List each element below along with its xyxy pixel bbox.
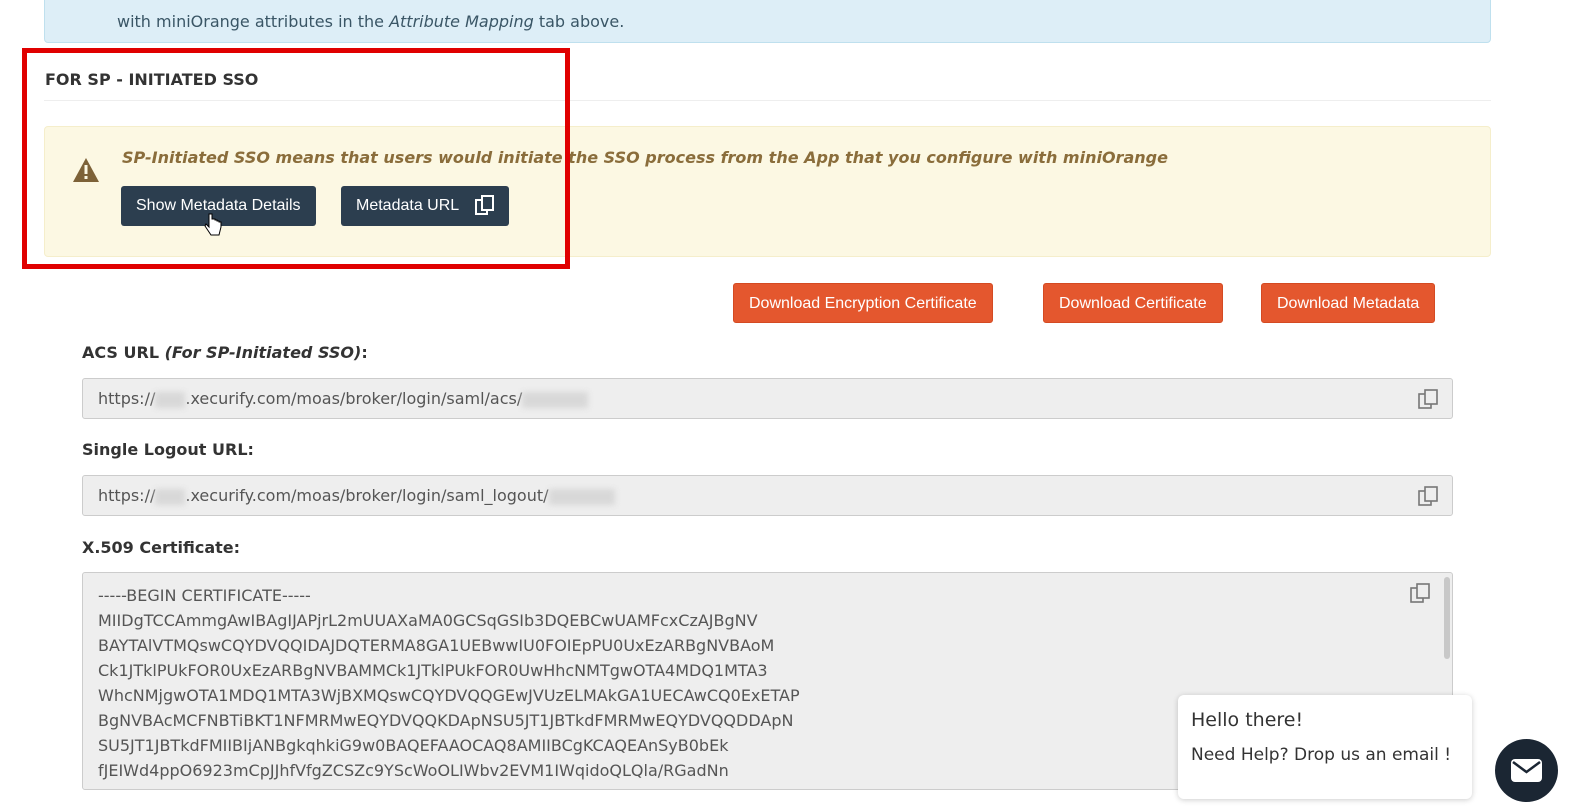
- acs-label-text: ACS URL: [82, 343, 165, 362]
- certificate-label: X.509 Certificate:: [82, 538, 241, 557]
- slo-prefix: https://: [98, 486, 156, 505]
- chat-popup[interactable]: Hello there! Need Help? Drop us an email…: [1178, 695, 1472, 799]
- acs-prefix: https://: [98, 389, 156, 408]
- download-metadata-button[interactable]: Download Metadata: [1261, 283, 1436, 323]
- cert-line: -----BEGIN CERTIFICATE-----: [98, 586, 311, 605]
- info-text: with miniOrange attributes in the: [117, 12, 390, 31]
- highlight-box: [22, 48, 570, 269]
- acs-label-italic: (For SP-Initiated SSO): [164, 343, 362, 362]
- redacted: [522, 391, 589, 408]
- copy-icon[interactable]: [1416, 484, 1440, 508]
- acs-value: .xecurify.com/moas/broker/login/saml/acs…: [185, 389, 523, 408]
- cert-line: BAYTAlVTMQswCQYDVQQIDAJDQTERMA8GA1UEBwwI…: [98, 636, 775, 655]
- redacted: [548, 488, 615, 505]
- acs-url-field[interactable]: https:// .xecurify.com/moas/broker/login/…: [82, 378, 1453, 419]
- copy-icon[interactable]: [1408, 581, 1432, 605]
- slo-url-label: Single Logout URL:: [82, 440, 254, 459]
- cert-line: Ck1JTklPUkFOR0UxEzARBgNVBAMMCk1JTklPUkFO…: [98, 661, 768, 680]
- envelope-icon: [1511, 759, 1542, 782]
- chat-subtext: Need Help? Drop us an email !: [1191, 745, 1452, 765]
- info-text-after: tab above.: [533, 12, 625, 31]
- cert-line: MIIDgTCCAmmgAwIBAgIJAPjrL2mUUAXaMA0GCSqG…: [98, 611, 758, 630]
- info-banner: with miniOrange attributes in the Attrib…: [44, 0, 1491, 43]
- chat-greeting: Hello there!: [1191, 709, 1304, 731]
- info-text-italic: Attribute Mapping: [389, 12, 534, 31]
- chat-launcher-button[interactable]: [1495, 739, 1558, 802]
- slo-value: .xecurify.com/moas/broker/login/saml_log…: [185, 486, 549, 505]
- redacted: [155, 488, 186, 505]
- copy-icon[interactable]: [1416, 387, 1440, 411]
- scrollbar[interactable]: [1444, 577, 1450, 659]
- download-certificate-button[interactable]: Download Certificate: [1043, 283, 1223, 323]
- redacted: [155, 391, 186, 408]
- acs-label-suffix: :: [361, 343, 368, 362]
- acs-url-label: ACS URL (For SP-Initiated SSO):: [82, 343, 368, 362]
- slo-url-field[interactable]: https:// .xecurify.com/moas/broker/login/…: [82, 475, 1453, 516]
- download-encryption-certificate-button[interactable]: Download Encryption Certificate: [733, 283, 993, 323]
